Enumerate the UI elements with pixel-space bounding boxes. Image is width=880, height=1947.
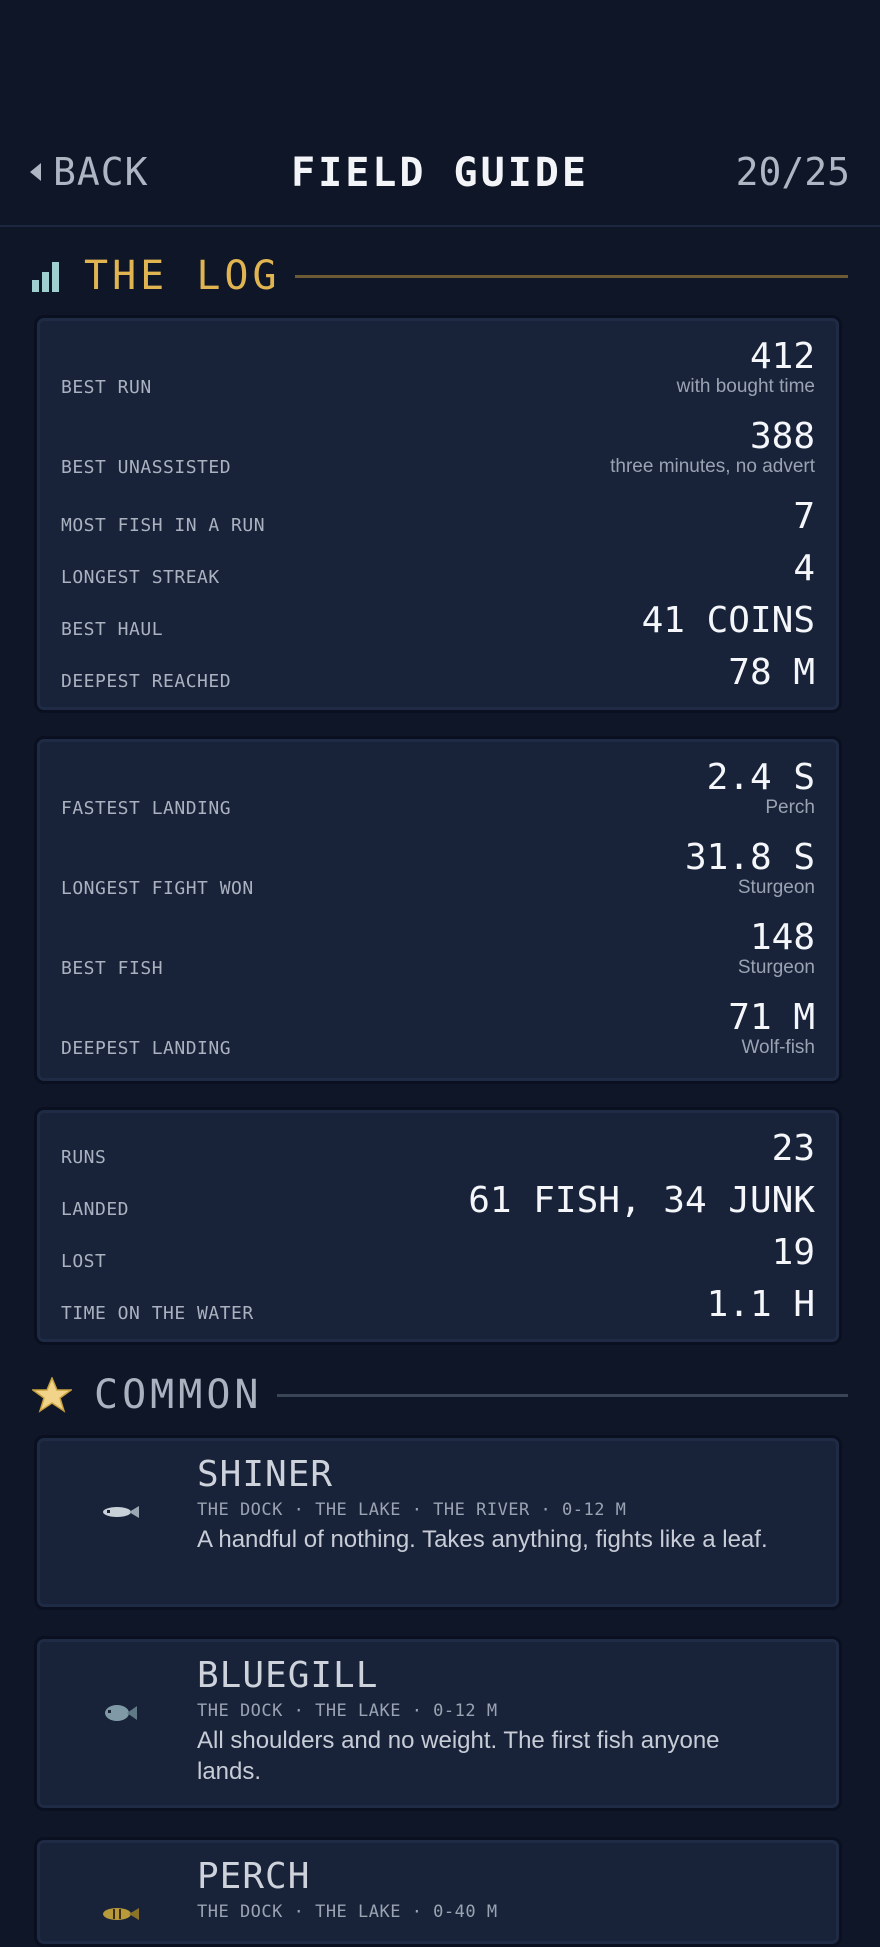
- stat-row: RUNS 23: [61, 1128, 815, 1169]
- stat-value: 2.4 S: [706, 757, 815, 798]
- log-section-title: THE LOG: [84, 253, 281, 299]
- stat-label: DEEPEST REACHED: [61, 671, 232, 692]
- fish-locations: THE DOCK · THE LAKE · 0-40 M: [197, 1902, 498, 1922]
- fish-locations: THE DOCK · THE LAKE · 0-12 M: [197, 1701, 498, 1721]
- stat-label: TIME ON THE WATER: [61, 1303, 254, 1324]
- stat-note: three minutes, no advert: [610, 456, 815, 477]
- stat-value: 1.1 H: [706, 1284, 815, 1325]
- stat-label: BEST FISH: [61, 958, 164, 979]
- stat-row: DEEPEST LANDING 71 M Wolf-fish: [61, 997, 815, 1059]
- stat-value: 31.8 S: [684, 837, 815, 878]
- star-icon: [32, 1377, 72, 1413]
- stat-label: DEEPEST LANDING: [61, 1038, 232, 1059]
- bar-chart-icon: [32, 260, 62, 292]
- fish-description: A handful of nothing. Takes anything, fi…: [197, 1526, 768, 1553]
- stat-value: 78 M: [728, 652, 815, 693]
- common-section-title: COMMON: [94, 1372, 263, 1418]
- stat-label: LONGEST FIGHT WON: [61, 878, 254, 899]
- fish-card-bluegill[interactable]: BLUEGILL THE DOCK · THE LAKE · 0-12 M Al…: [34, 1636, 842, 1811]
- stat-row: FASTEST LANDING 2.4 S Perch: [61, 757, 815, 819]
- section-divider: [294, 274, 848, 278]
- stat-value: 148: [749, 917, 815, 958]
- stat-label: FASTEST LANDING: [61, 798, 232, 819]
- stat-label: RUNS: [61, 1147, 107, 1168]
- stat-label: LONGEST STREAK: [61, 567, 220, 588]
- fish-card-perch[interactable]: PERCH THE DOCK · THE LAKE · 0-40 M: [34, 1837, 842, 1947]
- fish-locations: THE DOCK · THE LAKE · THE RIVER · 0-12 M: [197, 1500, 627, 1520]
- stat-label: BEST UNASSISTED: [61, 457, 232, 478]
- fish-name: SHINER: [197, 1454, 334, 1495]
- stat-row: TIME ON THE WATER 1.1 H: [61, 1284, 815, 1325]
- fish-icon: [103, 1506, 139, 1518]
- stat-value: 71 M: [728, 997, 815, 1038]
- stat-label: BEST HAUL: [61, 619, 164, 640]
- stat-row: MOST FISH IN A RUN 7: [61, 496, 815, 537]
- fish-description: All shoulders and no weight. The first f…: [197, 1727, 720, 1785]
- fish-icon: [105, 1705, 137, 1721]
- stat-label: BEST RUN: [61, 377, 152, 398]
- fish-card-shiner[interactable]: SHINER THE DOCK · THE LAKE · THE RIVER ·…: [34, 1435, 842, 1610]
- stat-row: BEST HAUL 41 COINS: [61, 600, 815, 641]
- stat-note: with bought time: [676, 376, 815, 397]
- stat-label: LOST: [61, 1251, 107, 1272]
- stat-label: LANDED: [61, 1199, 130, 1220]
- stat-value: 388: [749, 416, 815, 457]
- stat-value: 41 COINS: [641, 600, 815, 641]
- stat-row: LANDED 61 FISH, 34 JUNK: [61, 1180, 815, 1221]
- fish-icon: [103, 1908, 139, 1920]
- top-bar: BACK FIELD GUIDE 20/25: [0, 120, 880, 227]
- fish-name: BLUEGILL: [197, 1655, 379, 1696]
- stat-row: BEST UNASSISTED 388 three minutes, no ad…: [61, 416, 815, 478]
- stat-row: LOST 19: [61, 1232, 815, 1273]
- collection-count: 20/25: [735, 150, 850, 194]
- stat-row: LONGEST FIGHT WON 31.8 S Sturgeon: [61, 837, 815, 899]
- common-section-heading: COMMON: [32, 1371, 848, 1419]
- stat-note: Perch: [765, 797, 815, 818]
- stat-note: Wolf-fish: [741, 1037, 815, 1058]
- stat-note: Sturgeon: [737, 877, 815, 898]
- section-divider: [276, 1393, 848, 1397]
- stat-note: Sturgeon: [737, 957, 815, 978]
- stat-value: 23: [771, 1128, 815, 1169]
- landings-card: FASTEST LANDING 2.4 S Perch LONGEST FIGH…: [34, 736, 842, 1084]
- stat-value: 7: [793, 496, 815, 537]
- stat-value: 4: [793, 548, 815, 589]
- records-card: BEST RUN 412 with bought time BEST UNASS…: [34, 315, 842, 713]
- stat-row: BEST FISH 148 Sturgeon: [61, 917, 815, 979]
- stat-value: 19: [771, 1232, 815, 1273]
- stat-row: LONGEST STREAK 4: [61, 548, 815, 589]
- stat-row: DEEPEST REACHED 78 M: [61, 652, 815, 693]
- fish-name: PERCH: [197, 1856, 311, 1897]
- stat-value: 412: [749, 336, 815, 377]
- stat-row: BEST RUN 412 with bought time: [61, 336, 815, 398]
- stat-value: 61 FISH, 34 JUNK: [468, 1180, 815, 1221]
- totals-card: RUNS 23 LANDED 61 FISH, 34 JUNK LOST 19 …: [34, 1107, 842, 1345]
- log-section-heading: THE LOG: [32, 252, 848, 300]
- stat-label: MOST FISH IN A RUN: [61, 515, 266, 536]
